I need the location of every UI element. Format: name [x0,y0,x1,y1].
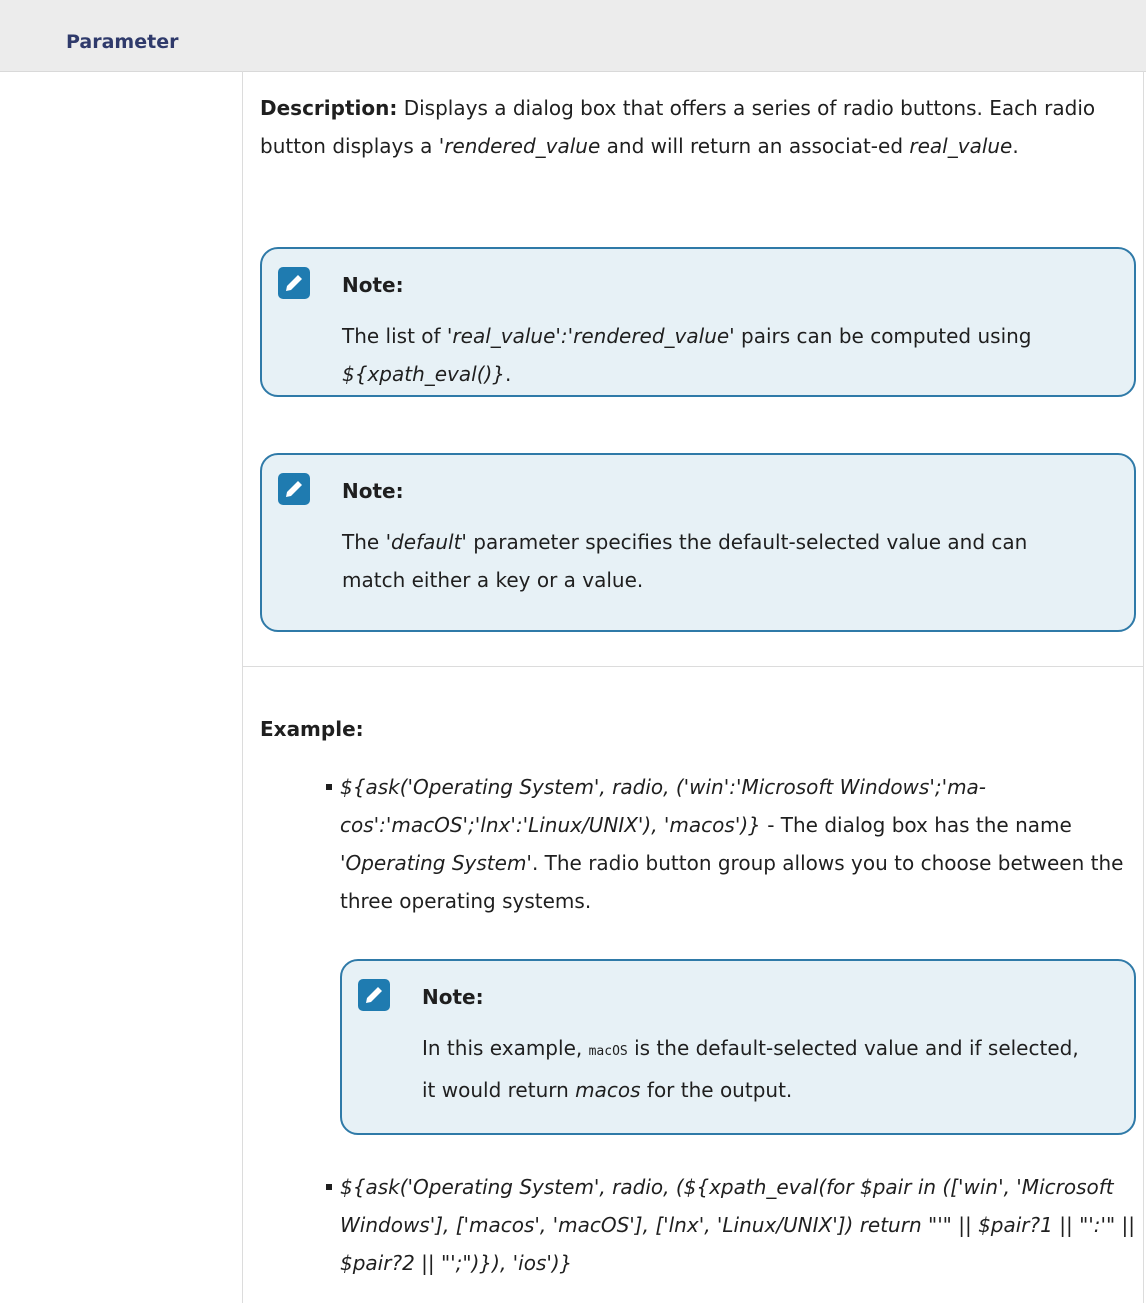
description-italic-2: real_value [909,134,1013,158]
list-item: ${ask('Operating System', radio, (${xpat… [340,1168,1136,1282]
note-title: Note: [422,985,484,1009]
note-text: The 'default' parameter specifies the de… [342,523,1094,599]
table-header-parameter: Parameter [66,31,179,53]
note-title: Note: [342,479,404,503]
table-header-row: Parameter [0,0,1146,72]
note-text-part: The [342,530,386,554]
list-bullet [326,784,332,790]
note-italic-part: 'default' [385,530,467,554]
note-title: Note: [342,273,404,297]
column-divider [242,71,243,1303]
list-item-italic: 'Operating System' [340,851,532,875]
description-paragraph: Description: Displays a dialog box that … [260,89,1130,165]
note-italic-part: ${xpath_eval()} [342,362,506,386]
row-divider [243,666,1143,667]
note-text-part: In this example, [422,1036,589,1060]
note-italic-part: 'real_value':'rendered_value' [446,324,735,348]
pencil-note-icon [278,473,310,505]
description-text-2: and will return an associat-ed [600,134,910,158]
note-text-part: . [505,362,512,386]
note-box: Note: The list of 'real_value':'rendered… [260,247,1136,397]
list-item-text: - The dialog box has the name [760,813,1072,837]
description-text-3: . [1012,134,1019,158]
parameter-table: Parameter Description: Displays a dialog… [0,0,1146,1303]
note-text-part: pairs can be computed using [734,324,1032,348]
note-text-part: The list of [342,324,447,348]
example-label-text: Example: [260,717,364,741]
pencil-note-icon [358,979,390,1011]
note-box: Note: In this example, macOS is the defa… [340,959,1136,1135]
note-text: In this example, macOS is the default-se… [422,1029,1094,1109]
pencil-note-icon [278,267,310,299]
example-label: Example: [260,710,1130,748]
note-box: Note: The 'default' parameter specifies … [260,453,1136,632]
list-bullet [326,1184,332,1190]
table-right-border [1143,71,1144,1303]
note-text: The list of 'real_value':'rendered_value… [342,317,1094,393]
note-text-part: for the output. [640,1078,793,1102]
inline-code: macOS [588,1044,628,1059]
description-label: Description: [260,96,398,120]
list-item: ${ask('Operating System', radio, ('win':… [340,768,1136,920]
example-code: ${ask('Operating System', radio, (${xpat… [340,1175,1136,1275]
note-italic-part: macos [575,1078,641,1102]
description-italic-1: 'rendered_value [438,134,601,158]
